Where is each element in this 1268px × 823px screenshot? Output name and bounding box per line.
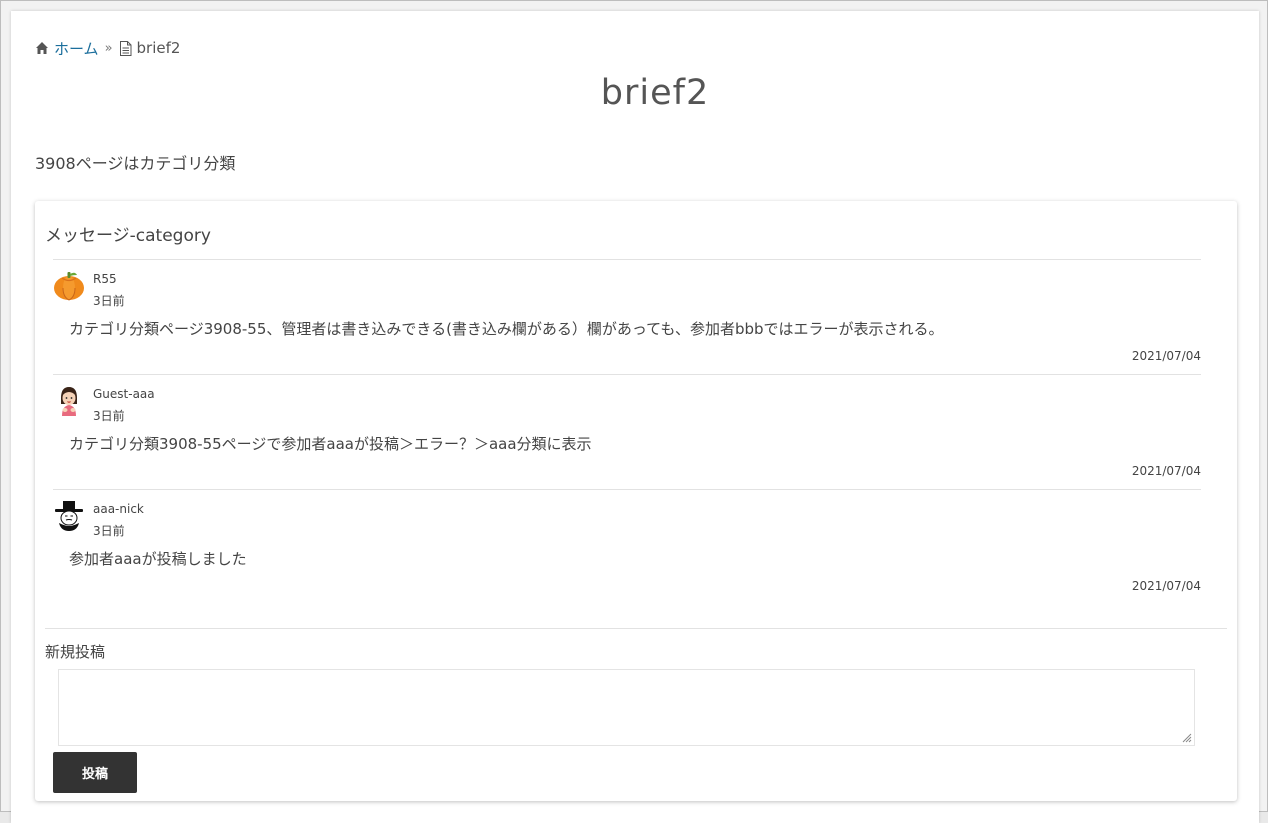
breadcrumb-separator: » [104,40,113,56]
message-card-title: メッセージ-category [45,226,211,246]
message-author: Guest-aaa [93,387,155,401]
page-intro-text: 3908ページはカテゴリ分類 [35,154,236,173]
message-scroll-area[interactable]: R55 3日前 カテゴリ分類ページ3908-55、管理者は書き込みできる(書き込… [53,259,1227,619]
message-relative-time: 3日前 [93,524,125,538]
message-author: R55 [93,272,117,286]
message-body: 参加者aaaが投稿しました [69,550,247,568]
message-card: メッセージ-category R55 3日前 カテゴリ分類ページ3908-55、… [35,201,1237,801]
message-date: 2021/07/04 [1131,579,1201,593]
message-body: カテゴリ分類3908-55ページで参加者aaaが投稿＞エラー？＞aaa分類に表示 [69,435,592,453]
new-post-textarea-container [58,669,1195,746]
message-relative-time: 3日前 [93,409,125,423]
new-post-label: 新規投稿 [45,643,106,661]
message-item: R55 3日前 カテゴリ分類ページ3908-55、管理者は書き込みできる(書き込… [53,259,1201,374]
message-relative-time: 3日前 [93,294,125,308]
message-date: 2021/07/04 [1131,349,1201,363]
hat-man-avatar-icon [55,501,83,531]
pumpkin-icon [54,272,84,301]
page-container: ホーム » brief2 brief2 3908ページはカテゴリ分類 メッセージ… [11,11,1259,823]
document-icon [119,40,132,56]
page-title: brief2 [600,73,710,113]
message-item: aaa-nick 3日前 参加者aaaが投稿しました 2021/07/04 [53,489,1201,604]
card-divider [45,628,1227,629]
message-list: R55 3日前 カテゴリ分類ページ3908-55、管理者は書き込みできる(書き込… [53,259,1201,604]
girl-avatar-icon [61,387,77,416]
breadcrumb-home-link[interactable]: ホーム [54,38,99,59]
breadcrumb-current: brief2 [136,39,181,57]
browser-frame: ホーム » brief2 brief2 3908ページはカテゴリ分類 メッセージ… [0,0,1268,823]
new-post-textarea[interactable] [59,670,1194,745]
breadcrumb: ホーム » brief2 [35,38,180,58]
message-body: カテゴリ分類ページ3908-55、管理者は書き込みできる(書き込み欄がある）欄が… [69,320,944,338]
message-date: 2021/07/04 [1131,464,1201,478]
message-item: Guest-aaa 3日前 カテゴリ分類3908-55ページで参加者aaaが投稿… [53,374,1201,489]
message-author: aaa-nick [93,502,144,516]
resize-grip-icon[interactable] [1180,731,1192,743]
post-submit-button[interactable]: 投稿 [53,752,137,793]
home-icon [36,42,48,54]
